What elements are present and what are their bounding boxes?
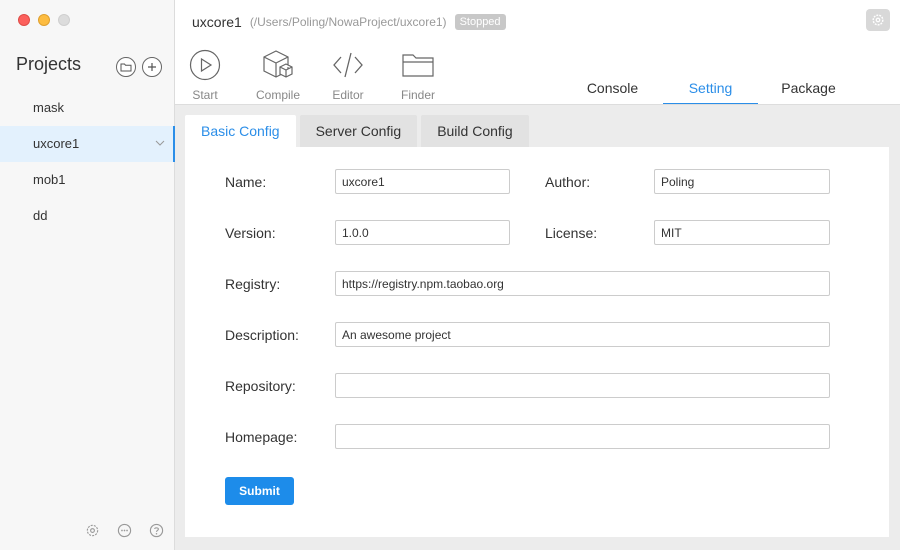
content-area: Basic Config Server Config Build Config … [175, 104, 900, 550]
description-field[interactable] [335, 322, 830, 347]
add-project-button[interactable] [142, 57, 162, 77]
main-panel: uxcore1 (/Users/Poling/NowaProject/uxcor… [175, 0, 900, 550]
zoom-window-button[interactable] [58, 14, 70, 26]
editor-button[interactable]: Editor [313, 48, 383, 102]
question-icon [149, 523, 163, 537]
close-window-button[interactable] [18, 14, 30, 26]
compile-button[interactable]: Compile [243, 48, 313, 102]
project-item-label: uxcore1 [33, 136, 80, 151]
version-field[interactable] [335, 220, 510, 245]
homepage-label: Homepage: [225, 429, 298, 445]
name-field[interactable] [335, 169, 510, 194]
config-tabs: Basic Config Server Config Build Config [185, 115, 529, 147]
author-label: Author: [545, 174, 591, 190]
project-item-mob1[interactable]: mob1 [0, 162, 175, 198]
version-label: Version: [225, 225, 276, 241]
description-label: Description: [225, 327, 299, 343]
author-field[interactable] [654, 169, 830, 194]
status-badge: Stopped [454, 14, 506, 30]
minimize-window-button[interactable] [38, 14, 50, 26]
registry-field[interactable] [335, 271, 830, 296]
tab-setting[interactable]: Setting [663, 70, 758, 105]
sidebar-header: Projects [16, 54, 166, 78]
tab-package[interactable]: Package [761, 70, 856, 105]
tab-console[interactable]: Console [565, 70, 660, 105]
code-icon [333, 52, 363, 78]
window-controls [18, 14, 70, 26]
settings-button[interactable] [84, 522, 100, 538]
project-item-mask[interactable]: mask [0, 90, 175, 126]
tab-basic-config[interactable]: Basic Config [185, 115, 296, 147]
sidebar: Projects mask uxcore1 mob1 dd [0, 0, 175, 550]
repository-label: Repository: [225, 378, 296, 394]
open-folder-button[interactable] [116, 57, 136, 77]
sidebar-title: Projects [16, 54, 82, 74]
project-item-label: mob1 [33, 172, 66, 187]
project-item-label: mask [33, 100, 65, 115]
submit-button[interactable]: Submit [225, 477, 294, 505]
registry-label: Registry: [225, 276, 281, 292]
project-path: (/Users/Poling/NowaProject/uxcore1) [249, 15, 447, 29]
gear-icon [86, 524, 98, 536]
name-label: Name: [225, 174, 267, 190]
cube-icon [263, 50, 293, 78]
main-tabs: Console Setting Package [565, 70, 859, 105]
license-field[interactable] [654, 220, 830, 245]
basic-config-form: Name: Author: Version: License: Registry… [185, 147, 889, 537]
toolbar: Start Compile Editor Finder [185, 48, 453, 102]
folder-icon [402, 54, 434, 77]
editor-label: Editor [332, 88, 364, 102]
project-list: mask uxcore1 mob1 dd [0, 90, 175, 234]
project-item-uxcore1[interactable]: uxcore1 [0, 126, 175, 162]
help-button[interactable] [148, 522, 164, 538]
title-bar: uxcore1 (/Users/Poling/NowaProject/uxcor… [192, 12, 506, 32]
repository-field[interactable] [335, 373, 830, 398]
license-label: License: [545, 225, 598, 241]
start-button[interactable]: Start [185, 48, 225, 102]
finder-button[interactable]: Finder [383, 48, 453, 102]
plus-icon [148, 63, 156, 71]
homepage-field[interactable] [335, 424, 830, 449]
sidebar-footer [84, 522, 164, 538]
finder-label: Finder [400, 88, 435, 102]
play-icon [189, 49, 221, 81]
project-item-dd[interactable]: dd [0, 198, 175, 234]
chevron-down-icon[interactable] [155, 139, 165, 147]
tab-build-config[interactable]: Build Config [421, 115, 529, 147]
project-name: uxcore1 [192, 14, 242, 30]
chat-icon [117, 523, 131, 537]
compile-label: Compile [255, 88, 300, 102]
gear-icon [872, 14, 884, 26]
feedback-button[interactable] [116, 522, 132, 538]
app-settings-button[interactable] [866, 9, 890, 31]
tab-server-config[interactable]: Server Config [299, 115, 418, 147]
folder-icon [120, 63, 132, 72]
project-item-label: dd [33, 208, 48, 223]
start-label: Start [192, 88, 218, 102]
